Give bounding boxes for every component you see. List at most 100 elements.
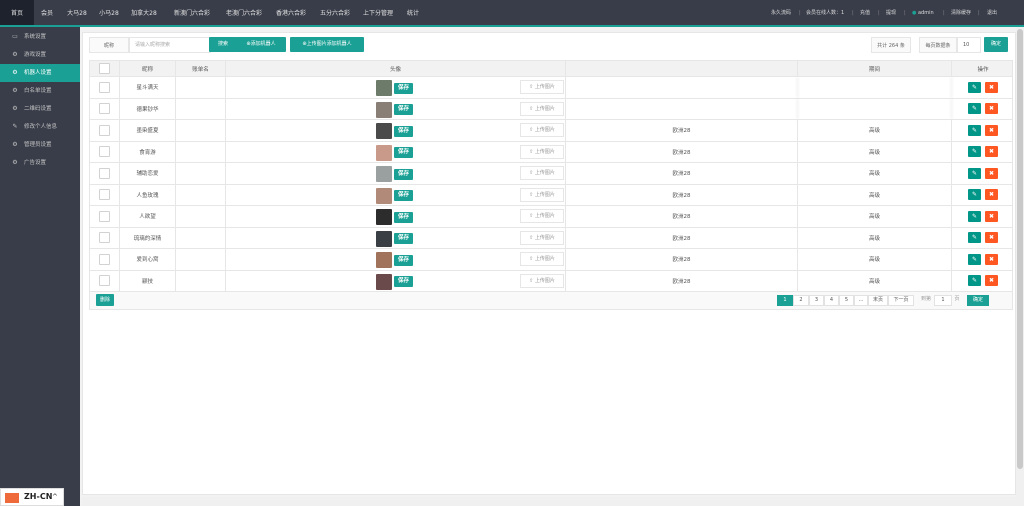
save-button[interactable]: 保存 [394, 82, 414, 94]
save-button[interactable]: 保存 [394, 211, 414, 223]
add-robot-button[interactable]: ⊕添加机器人 [236, 37, 286, 52]
upload-image-button[interactable]: ⇧ 上传图片 [520, 166, 564, 180]
save-button[interactable]: 保存 [394, 233, 414, 244]
delete-row-button[interactable]: ✖ [985, 146, 998, 158]
row-checkbox[interactable] [99, 275, 110, 287]
upload-image-button[interactable]: ⇧ 上传图片 [520, 273, 564, 288]
row-checkbox[interactable] [99, 103, 110, 115]
upload-image-button[interactable]: ⇧ 上传图片 [520, 187, 564, 202]
per-page-input[interactable]: 10 [957, 37, 981, 53]
edit-button[interactable]: ✎ [968, 167, 981, 179]
row-checkbox[interactable] [99, 253, 110, 265]
nav-home[interactable]: 首页 [0, 0, 34, 27]
edit-button[interactable]: ✎ [968, 146, 981, 158]
vertical-scrollbar[interactable] [1016, 27, 1024, 506]
edit-button[interactable]: ✎ [968, 210, 981, 222]
last-page-button[interactable]: 末页 [868, 295, 888, 306]
save-button[interactable]: 保存 [394, 276, 414, 287]
row-checkbox[interactable] [99, 189, 110, 201]
search-input[interactable]: 请输入昵称搜索 [129, 37, 211, 53]
row-checkbox[interactable] [99, 81, 110, 93]
nav-members[interactable]: 会员 [34, 0, 60, 27]
row-checkbox[interactable] [99, 232, 110, 244]
upload-label: 上传图片 [534, 105, 555, 112]
horizontal-scrollbar[interactable] [82, 497, 1016, 506]
clear-cache-link[interactable]: 清除缓存 [951, 0, 971, 27]
nav-hongkong-lottery[interactable]: 香港六合彩 [272, 0, 310, 27]
sidebar-item-game-settings[interactable]: ⚙ 游戏设置 [0, 46, 80, 64]
delete-row-button[interactable]: ✖ [985, 103, 998, 115]
edit-button[interactable]: ✎ [968, 275, 981, 287]
nav-new-macau-lottery[interactable]: 新澳门六合彩 [170, 0, 214, 27]
nav-five-min-lottery[interactable]: 五分六合彩 [316, 0, 354, 27]
language-selector[interactable]: ZH-CN ^ [0, 488, 64, 506]
page-button[interactable]: 1 [777, 295, 793, 306]
edit-button[interactable]: ✎ [968, 103, 981, 115]
delete-row-button[interactable]: ✖ [985, 210, 998, 222]
delete-row-button[interactable]: ✖ [985, 124, 998, 136]
nav-big-horse-28[interactable]: 大马28 [62, 0, 92, 27]
per-page-confirm-button[interactable]: 确定 [984, 37, 1008, 52]
save-button[interactable]: 保存 [394, 254, 414, 266]
save-button[interactable]: 保存 [394, 190, 414, 201]
user-menu[interactable]: ● admin [912, 0, 934, 27]
edit-button[interactable]: ✎ [968, 124, 981, 136]
edit-button[interactable]: ✎ [968, 253, 981, 265]
upload-image-button[interactable]: ⇧ 上传图片 [520, 123, 564, 137]
delete-row-button[interactable]: ✖ [985, 81, 998, 93]
sidebar-item-admin-settings[interactable]: ⚙ 管理员设置 [0, 136, 80, 154]
delete-row-button[interactable]: ✖ [985, 275, 998, 287]
delete-row-button[interactable]: ✖ [985, 167, 998, 179]
page-button[interactable]: 2 [793, 295, 809, 306]
nav-canada-28[interactable]: 加拿大28 [126, 0, 162, 27]
upload-add-robot-button[interactable]: ⊕上传图片添加机器人 [290, 37, 364, 52]
edit-button[interactable]: ✎ [968, 81, 981, 93]
row-checkbox[interactable] [99, 146, 110, 158]
forever-code-link[interactable]: 永久流码 [771, 0, 791, 27]
sidebar-item-robot-settings[interactable]: ⚙ 机器人设置 [0, 64, 80, 82]
edit-button[interactable]: ✎ [968, 232, 981, 244]
row-checkbox[interactable] [99, 124, 110, 136]
upload-image-button[interactable]: ⇧ 上传图片 [520, 80, 564, 94]
scrollbar-thumb[interactable] [1017, 29, 1023, 469]
search-button[interactable]: 搜索 [209, 37, 237, 52]
save-button[interactable]: 保存 [394, 125, 414, 137]
sidebar-item-ad-settings[interactable]: ⚙ 广告设置 [0, 154, 80, 172]
page-button[interactable]: 4 [824, 295, 839, 306]
sidebar-item-whitelist-settings[interactable]: ⚙ 白名单设置 [0, 82, 80, 100]
save-button[interactable]: 保存 [394, 104, 414, 115]
upload-image-button[interactable]: ⇧ 上传图片 [520, 230, 564, 245]
sidebar-item-edit-profile[interactable]: ✎ 修改个人信息 [0, 118, 80, 136]
upload-image-button[interactable]: ⇧ 上传图片 [520, 209, 564, 223]
nav-credit-management[interactable]: 上下分管理 [359, 0, 397, 27]
logout-link[interactable]: 退出 [987, 0, 997, 27]
edit-button[interactable]: ✎ [968, 189, 981, 201]
page-button[interactable]: 3 [809, 295, 824, 306]
delete-button[interactable]: 删除 [96, 294, 114, 306]
table-row: 德果钞华 保存 ⇧ 上传图片 ✎ ✖ [90, 98, 1012, 120]
page-button[interactable]: 5 [839, 295, 854, 306]
goto-confirm-button[interactable]: 确定 [967, 295, 989, 306]
delete-row-button[interactable]: ✖ [985, 189, 998, 201]
nav-small-horse-28[interactable]: 小马28 [94, 0, 124, 27]
save-button[interactable]: 保存 [394, 168, 414, 180]
select-all-checkbox[interactable] [99, 63, 110, 74]
upload-image-button[interactable]: ⇧ 上传图片 [520, 144, 564, 159]
goto-page-input[interactable]: 1 [934, 295, 952, 306]
row-checkbox[interactable] [99, 210, 110, 222]
sidebar-item-qrcode-settings[interactable]: ⚙ 二维码设置 [0, 100, 80, 118]
upload-image-button[interactable]: ⇧ 上传图片 [520, 101, 564, 116]
nav-statistics[interactable]: 统计 [404, 0, 422, 27]
upload-image-button[interactable]: ⇧ 上传图片 [520, 252, 564, 266]
row-checkbox[interactable] [99, 167, 110, 179]
withdraw-link[interactable]: 提现 [886, 0, 896, 27]
trash-icon: ✖ [988, 212, 995, 220]
recharge-link[interactable]: 充值 [860, 0, 870, 27]
next-page-button[interactable]: 下一页 [888, 295, 914, 306]
sidebar-item-system-settings[interactable]: ▭ 系统设置 [0, 28, 80, 46]
delete-row-button[interactable]: ✖ [985, 253, 998, 265]
row-bill-name [176, 184, 226, 205]
save-button[interactable]: 保存 [394, 147, 414, 158]
delete-row-button[interactable]: ✖ [985, 232, 998, 244]
nav-old-macau-lottery[interactable]: 老澳门六合彩 [222, 0, 266, 27]
